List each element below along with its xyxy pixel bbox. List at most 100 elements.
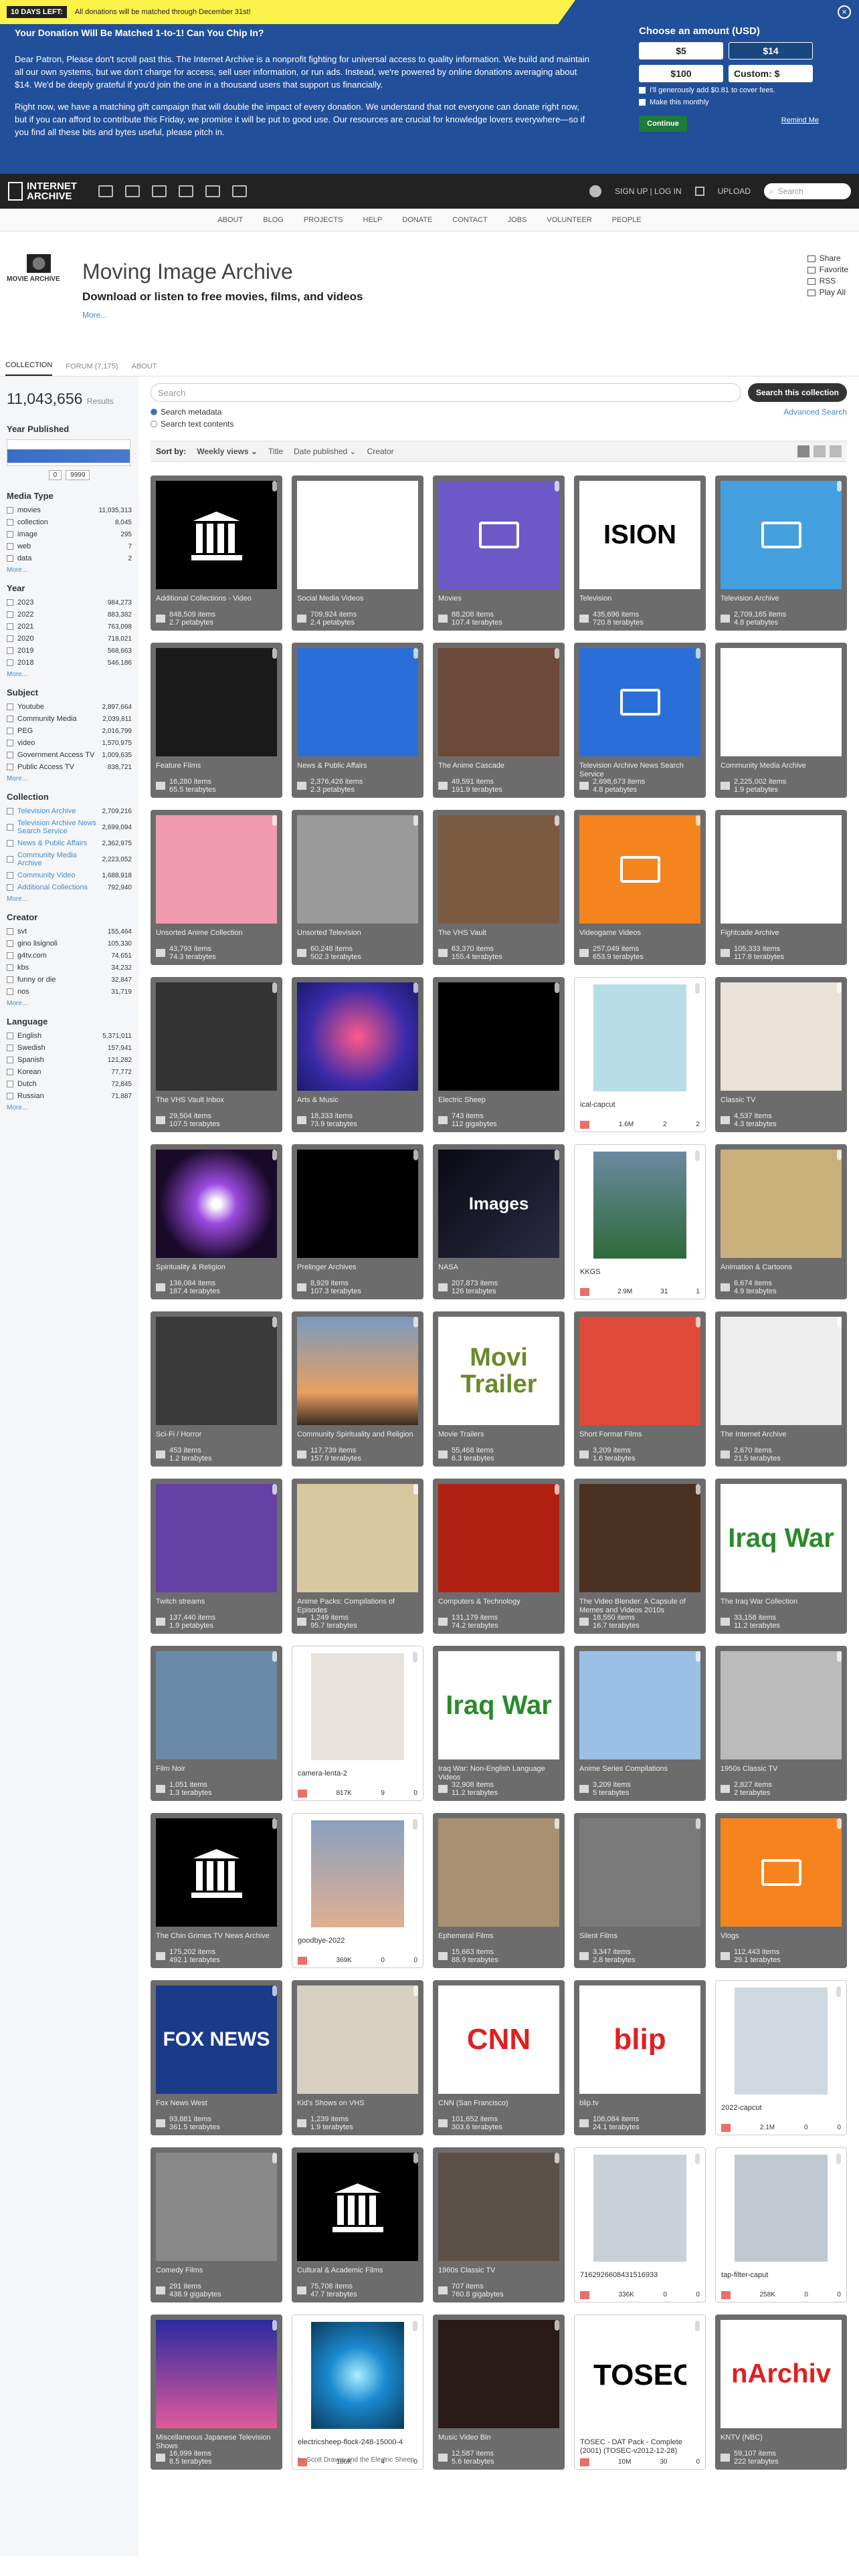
tile-thumbnail[interactable] (721, 815, 842, 924)
subnav-donate[interactable]: DONATE (402, 216, 432, 224)
collection-tile[interactable]: The Internet Archive 2,670 items 21.5 tera… (715, 1311, 847, 1467)
facet-checkbox[interactable] (7, 808, 13, 815)
tile-menu-icon[interactable] (272, 1150, 277, 1160)
user-icon[interactable] (589, 185, 602, 197)
share-button[interactable]: Share (807, 253, 848, 264)
tile-title[interactable]: Unsorted Anime Collection (156, 929, 277, 938)
collection-tile[interactable]: Film Noir 1,051 items 1.3 terabytes (151, 1646, 282, 1801)
collection-tile[interactable]: Prelinger Archives 8,929 items 107.3 terab… (292, 1144, 423, 1299)
tile-thumbnail[interactable] (156, 1651, 277, 1759)
tile-thumbnail[interactable] (579, 648, 700, 756)
tile-menu-icon[interactable] (837, 815, 842, 826)
facet-option[interactable]: Television Archive 2,709,216 (7, 807, 132, 815)
top-search-input[interactable]: ⌕ Search (764, 183, 851, 199)
tile-thumbnail[interactable] (311, 2322, 404, 2429)
item-tile[interactable]: 2022-capcut 2.1M 0 0 (715, 1980, 847, 2135)
tile-title[interactable]: News & Public Affairs (297, 762, 418, 770)
tile-title[interactable]: Miscellaneous Japanese Television Shows (156, 2434, 277, 2451)
facet-option[interactable]: 2023 984,273 (7, 599, 132, 607)
tile-menu-icon[interactable] (413, 481, 418, 492)
collection-tile[interactable]: 1950s Classic TV 2,827 items 2 terabytes (715, 1646, 847, 1801)
search-metadata-radio[interactable]: Search metadata (151, 407, 233, 417)
tile-thumbnail[interactable] (297, 982, 418, 1091)
tile-title[interactable]: Videogame Videos (579, 929, 700, 938)
description-more-link[interactable]: More... (82, 310, 107, 320)
tile-title[interactable]: Sci-Fi / Horror (156, 1430, 277, 1439)
tile-thumbnail[interactable] (579, 1651, 700, 1759)
item-tile[interactable]: KKGS 2.9M 31 1 (574, 1144, 706, 1299)
tile-thumbnail[interactable]: Iraq War (721, 1484, 842, 1592)
facet-checkbox[interactable] (7, 519, 13, 526)
facet-checkbox[interactable] (7, 952, 13, 959)
collection-search-input[interactable]: Search (151, 383, 741, 402)
collection-tile[interactable]: Animation & Cartoons 6,674 items 4.9 terab… (715, 1144, 847, 1299)
facet-more-link[interactable]: More... (7, 1000, 132, 1007)
facet-option[interactable]: Spanish 121,282 (7, 1056, 132, 1064)
tile-title[interactable]: The VHS Vault (438, 929, 559, 938)
facet-option[interactable]: gino lisignoli 105,330 (7, 940, 132, 948)
collection-tile[interactable]: Movi Trailer Movie Trailers 55,468 items 6.… (433, 1311, 565, 1467)
item-tile[interactable]: goodbye-2022 369K 0 0 (292, 1813, 423, 1968)
collection-tile[interactable]: blip blip.tv 108,084 items 24.1 terabytes (574, 1980, 706, 2135)
facet-checkbox[interactable] (7, 856, 13, 863)
tab-collection[interactable]: COLLECTION (5, 361, 53, 376)
facet-option[interactable]: Community Media Archive 2,223,052 (7, 851, 132, 867)
facet-checkbox[interactable] (7, 659, 13, 666)
sort-date-published[interactable]: Date published ⌄ (294, 447, 356, 456)
amount-5-button[interactable]: $5 (639, 42, 723, 60)
facet-more-link[interactable]: More... (7, 671, 132, 678)
tile-title[interactable]: Prelinger Archives (297, 1263, 418, 1272)
tile-title[interactable]: 1960s Classic TV (438, 2266, 559, 2275)
subnav-blog[interactable]: BLOG (263, 216, 284, 224)
tile-menu-icon[interactable] (695, 2321, 700, 2331)
tile-title[interactable]: Electric Sheep (438, 1096, 559, 1105)
tile-menu-icon[interactable] (413, 1317, 418, 1327)
tile-title[interactable]: Classic TV (721, 1096, 842, 1105)
item-tile[interactable]: 7162926608431516933 336K 0 0 (574, 2147, 706, 2302)
facet-checkbox[interactable] (7, 1057, 13, 1063)
facet-option[interactable]: Community Video 1,688,918 (7, 871, 132, 879)
internet-archive-logo[interactable]: INTERNET ARCHIVE (8, 181, 77, 201)
tile-title[interactable]: The Iraq War Collection (721, 1598, 842, 1606)
facet-checkbox[interactable] (7, 740, 13, 746)
tile-menu-icon[interactable] (837, 1818, 842, 1829)
facet-option[interactable]: English 5,371,011 (7, 1032, 132, 1040)
collection-tile[interactable]: Silent Films 3,347 items 2.8 terabytes (574, 1813, 706, 1968)
tile-title[interactable]: Television (579, 595, 700, 603)
collection-tile[interactable]: Iraq War The Iraq War Collection 33,158 it… (715, 1479, 847, 1634)
tile-menu-icon[interactable] (836, 1986, 841, 1997)
facet-option[interactable]: data 2 (7, 554, 132, 562)
tile-title[interactable]: Anime Series Compilations (579, 1765, 700, 1774)
facet-option[interactable]: Television Archive News Search Service 2,… (7, 819, 132, 835)
tile-view-icon[interactable] (797, 445, 809, 457)
tile-thumbnail[interactable] (156, 982, 277, 1091)
year-from-input[interactable]: 0 (48, 470, 62, 480)
tile-menu-icon[interactable] (555, 1150, 559, 1160)
tile-thumbnail[interactable] (438, 982, 559, 1091)
year-to-input[interactable]: 9999 (66, 470, 90, 480)
tile-title[interactable]: Movie Trailers (438, 1430, 559, 1439)
tile-thumbnail[interactable] (297, 481, 418, 589)
facet-option[interactable]: Russian 71,887 (7, 1092, 132, 1100)
facet-checkbox[interactable] (7, 555, 13, 562)
tile-thumbnail[interactable] (311, 1820, 404, 1927)
tile-thumbnail[interactable] (593, 2155, 686, 2262)
tile-menu-icon[interactable] (413, 2153, 418, 2163)
collection-tile[interactable]: CNN CNN (San Francisco) 101,652 items 303.6… (433, 1980, 565, 2135)
tile-menu-icon[interactable] (272, 1818, 277, 1829)
collection-tile[interactable]: The VHS Vault 63,370 items 155.4 terabytes (433, 810, 565, 965)
collection-tile[interactable]: Community Media Archive 2,225,002 items 1.… (715, 643, 847, 798)
collection-tile[interactable]: FOX NEWS Fox News West 93,881 items 361.5 t… (151, 1980, 282, 2135)
tile-menu-icon[interactable] (413, 815, 418, 826)
tile-thumbnail[interactable] (593, 984, 686, 1091)
tile-thumbnail[interactable] (438, 815, 559, 924)
tile-title[interactable]: Iraq War: Non-English Language Videos (438, 1765, 559, 1782)
tile-thumbnail[interactable] (721, 648, 842, 756)
facet-checkbox[interactable] (7, 764, 13, 770)
tile-menu-icon[interactable] (272, 2153, 277, 2163)
facet-checkbox[interactable] (7, 824, 13, 831)
tile-title[interactable]: KNTV (NBC) (721, 2434, 842, 2442)
tile-menu-icon[interactable] (413, 1150, 418, 1160)
facet-checkbox[interactable] (7, 872, 13, 879)
facet-checkbox[interactable] (7, 507, 13, 514)
